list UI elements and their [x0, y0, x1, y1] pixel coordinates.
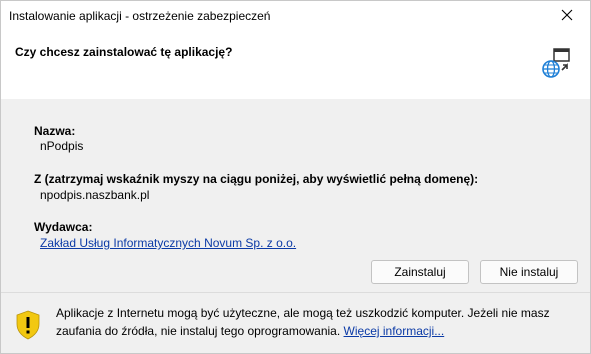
name-label: Nazwa:: [34, 124, 76, 138]
dialog-content: Nazwa: nPodpis Z (zatrzymaj wskaźnik mys…: [1, 99, 590, 292]
app-install-globe-icon: [540, 48, 572, 80]
domain-value[interactable]: npodpis.naszbank.pl: [40, 188, 149, 202]
more-info-link[interactable]: Więcej informacji...: [344, 324, 445, 338]
warning-footer: Aplikacje z Internetu mogą być użyteczne…: [1, 293, 590, 353]
warning-shield-icon: [15, 310, 41, 340]
name-value: nPodpis: [40, 139, 84, 153]
do-not-install-button[interactable]: Nie instaluj: [480, 260, 578, 284]
install-button[interactable]: Zainstaluj: [371, 260, 469, 284]
warning-message: Aplikacje z Internetu mogą być użyteczne…: [56, 304, 566, 340]
warning-text: Aplikacje z Internetu mogą być użyteczne…: [56, 306, 550, 338]
install-question: Czy chcesz zainstalować tę aplikację?: [15, 45, 233, 59]
domain-label: Z (zatrzymaj wskaźnik myszy na ciągu pon…: [34, 172, 479, 186]
window-title: Instalowanie aplikacji - ostrzeżenie zab…: [9, 9, 271, 23]
close-icon: [561, 9, 573, 24]
security-warning-dialog: Instalowanie aplikacji - ostrzeżenie zab…: [0, 0, 591, 354]
dialog-header: Czy chcesz zainstalować tę aplikację?: [1, 31, 590, 99]
publisher-label: Wydawca:: [34, 220, 93, 234]
title-bar: Instalowanie aplikacji - ostrzeżenie zab…: [1, 1, 590, 31]
close-button[interactable]: [544, 1, 590, 31]
publisher-link[interactable]: Zakład Usług Informatycznych Novum Sp. z…: [40, 236, 296, 250]
